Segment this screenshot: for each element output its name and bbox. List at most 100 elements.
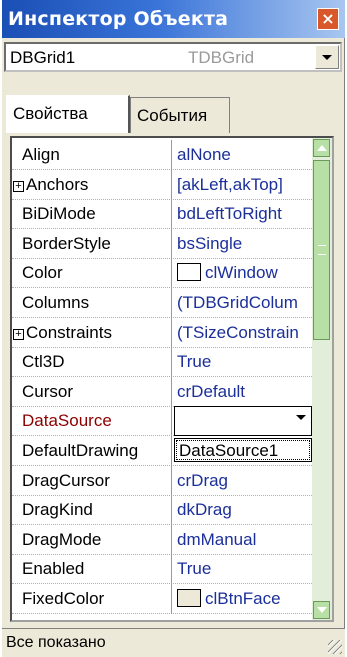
object-name: DBGrid1 (10, 48, 76, 67)
property-name: BorderStyle (12, 229, 172, 259)
scroll-down-button[interactable] (313, 601, 330, 619)
property-value-text: alNone (177, 145, 231, 164)
property-row[interactable]: Align alNone (12, 140, 312, 170)
property-row[interactable]: Enabled True (12, 554, 312, 584)
property-name-text: Constraints (26, 323, 112, 342)
property-value[interactable]: alNone (174, 140, 312, 170)
property-name-text: Columns (22, 293, 90, 312)
property-name-text: Cursor (22, 382, 74, 401)
scroll-up-button[interactable] (313, 139, 330, 157)
vertical-scrollbar[interactable] (312, 138, 332, 620)
resize-grip-icon[interactable] (328, 640, 342, 654)
property-row[interactable]: FixedColor clBtnFace (12, 584, 312, 614)
property-row[interactable]: BiDiMode bdLeftToRight (12, 199, 312, 229)
property-name-text: BorderStyle (22, 234, 111, 253)
title-bar[interactable]: Инспектор Объекта × (2, 0, 345, 38)
chevron-down-icon (296, 415, 306, 420)
property-value-text: dmManual (177, 530, 257, 549)
property-value[interactable]: (TDBGridColum (174, 288, 312, 318)
property-name-text: DataSource (22, 411, 112, 430)
property-row[interactable]: DragMode dmManual (12, 525, 312, 555)
scroll-thumb[interactable] (313, 160, 330, 340)
property-value[interactable]: clWindow (174, 258, 312, 288)
property-name: Align (12, 140, 172, 170)
property-name-text: Enabled (22, 559, 85, 578)
property-name: DragKind (12, 495, 172, 525)
object-selector[interactable]: DBGrid1 TDBGrid (4, 42, 342, 72)
value-dropdown-button[interactable] (293, 409, 309, 425)
property-grid: Align alNone + Anchors [akLeft,akTop] BiDiMod… (10, 136, 334, 622)
property-value-text: bdLeftToRight (177, 204, 282, 223)
property-value[interactable]: crDefault (174, 377, 312, 407)
property-row[interactable]: + Anchors [akLeft,akTop] (12, 170, 312, 200)
property-value-text: dkDrag (177, 500, 232, 519)
expand-plus-icon[interactable]: + (13, 329, 24, 340)
property-value[interactable]: True (174, 554, 312, 584)
object-inspector-window: Инспектор Объекта × DBGrid1 TDBGrid Свой… (2, 0, 345, 657)
property-value[interactable]: dkDrag (174, 495, 312, 525)
property-value-text: [akLeft,akTop] (177, 175, 283, 194)
property-row[interactable]: Color clWindow (12, 258, 312, 288)
status-text: Все показано (6, 634, 106, 651)
property-value-text: bsSingle (177, 234, 243, 253)
property-value[interactable]: bdLeftToRight (174, 199, 312, 229)
arrow-down-icon (317, 607, 327, 613)
window-title: Инспектор Объекта (8, 8, 229, 30)
property-row[interactable]: Cursor crDefault (12, 377, 312, 407)
property-name: DragCursor (12, 466, 172, 496)
property-row[interactable]: BorderStyle bsSingle (12, 229, 312, 259)
property-name: Cursor (12, 377, 172, 407)
property-value[interactable]: clBtnFace (174, 584, 312, 614)
tab-properties[interactable]: Свойства (6, 95, 130, 133)
property-row[interactable]: DragCursor crDrag (12, 466, 312, 496)
datasource-dropdown-list: DataSource1 (174, 438, 312, 462)
property-row[interactable]: + Constraints (TSizeConstrain (12, 318, 312, 348)
property-name-text: Color (22, 263, 63, 282)
expand-plus-icon[interactable]: + (13, 181, 24, 192)
property-name-text: DragMode (22, 530, 102, 549)
object-selector-dropdown-button[interactable] (315, 45, 339, 69)
property-name-text: Align (22, 145, 60, 164)
color-swatch (177, 263, 201, 281)
property-name-text: BiDiMode (22, 204, 96, 223)
property-value-text: crDrag (177, 471, 229, 490)
property-value[interactable]: [akLeft,akTop] (174, 170, 312, 200)
property-name: BiDiMode (12, 199, 172, 229)
property-value[interactable]: True (174, 347, 312, 377)
property-name: Enabled (12, 554, 172, 584)
property-name: FixedColor (12, 584, 172, 614)
property-value[interactable]: bsSingle (174, 229, 312, 259)
property-name: + Anchors (12, 170, 172, 200)
tab-events[interactable]: События (130, 97, 230, 133)
property-row[interactable]: DataSource (12, 406, 312, 436)
property-name-text: FixedColor (22, 589, 105, 608)
property-row[interactable]: DragKind dkDrag (12, 495, 312, 525)
property-name-text: Anchors (26, 175, 89, 194)
property-name-text: Ctl3D (22, 352, 65, 371)
property-name-text: DefaultDrawing (22, 441, 139, 460)
property-name-text: DragCursor (22, 471, 110, 490)
property-value-text: crDefault (177, 382, 246, 401)
property-name: Color (12, 258, 172, 288)
property-value[interactable] (174, 406, 312, 436)
color-swatch (177, 589, 201, 607)
property-row[interactable]: Ctl3D True (12, 347, 312, 377)
property-name: Columns (12, 288, 172, 318)
property-name: DragMode (12, 525, 172, 555)
property-name: + Constraints (12, 318, 172, 348)
property-name: DataSource (12, 406, 172, 436)
grip-icon (318, 245, 326, 255)
property-row[interactable]: Columns (TDBGridColum (12, 288, 312, 318)
property-name: DefaultDrawing (12, 436, 172, 466)
dropdown-item[interactable]: DataSource1 (176, 440, 310, 460)
arrow-up-icon (317, 145, 327, 151)
status-bar: Все показано (2, 628, 345, 657)
property-value-text: True (177, 352, 212, 371)
object-type: TDBGrid (188, 48, 255, 67)
property-value-text: clBtnFace (205, 589, 281, 608)
property-name-text: DragKind (22, 500, 93, 519)
property-value[interactable]: crDrag (174, 466, 312, 496)
property-value[interactable]: (TSizeConstrain (174, 318, 312, 348)
property-value[interactable]: dmManual (174, 525, 312, 555)
close-icon[interactable]: × (317, 8, 339, 30)
